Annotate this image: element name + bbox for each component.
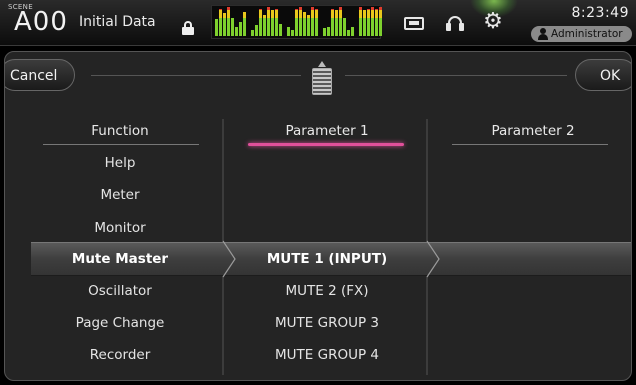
cancel-button[interactable]: Cancel: [5, 59, 75, 91]
function-header-underline: [43, 144, 199, 145]
function-item-oscillator[interactable]: Oscillator: [41, 281, 199, 301]
meter-column: [263, 15, 266, 36]
level-meters[interactable]: [211, 5, 382, 39]
meter-column: [343, 18, 346, 36]
meter-column: [327, 27, 330, 36]
meter-column: [379, 7, 382, 36]
meter-column: [367, 9, 370, 36]
meter-column: [299, 7, 302, 36]
parameter2-header-underline: [452, 144, 608, 145]
function-item-recorder[interactable]: Recorder: [41, 345, 199, 365]
meter-column: [303, 12, 306, 36]
meter-column: [323, 28, 326, 36]
meter-column: [287, 27, 290, 36]
gear-icon[interactable]: ⚙: [482, 10, 504, 34]
fader-icon: [310, 61, 334, 95]
recorder-icon[interactable]: [404, 13, 424, 33]
user-defined-key-dialog: Cancel OK Function Parameter 1 Parameter…: [4, 51, 632, 381]
scene-number[interactable]: A00: [14, 9, 68, 35]
meter-column: [307, 15, 310, 36]
meter-column: [291, 30, 294, 36]
function-item-meter[interactable]: Meter: [41, 185, 199, 205]
meter-column: [279, 24, 282, 36]
meter-column: [315, 9, 318, 36]
parameter1-item-mute-2-fx[interactable]: MUTE 2 (FX): [245, 281, 409, 301]
meter-column: [227, 7, 230, 36]
meter-column: [271, 10, 274, 36]
top-status-bar: SCENE A00 Initial Data ⚙ 8:23:49 Adminis…: [0, 0, 636, 46]
meter-column: [243, 12, 246, 36]
meter-column: [359, 7, 362, 36]
parameter1-column-header: Parameter 1: [285, 123, 369, 139]
headphones-icon[interactable]: [445, 13, 465, 33]
function-item-help[interactable]: Help: [41, 153, 199, 173]
clock: 8:23:49: [571, 5, 629, 21]
meter-column: [219, 9, 222, 36]
function-item-page-change[interactable]: Page Change: [41, 313, 199, 333]
meter-column: [339, 7, 342, 36]
meter-column: [363, 10, 366, 36]
meter-column: [375, 9, 378, 36]
user-badge[interactable]: Administrator: [531, 26, 632, 42]
parameter1-active-underline: [248, 143, 404, 146]
meter-column: [347, 30, 350, 36]
meter-column: [275, 9, 278, 36]
function-item-mute-master[interactable]: Mute Master: [41, 249, 199, 269]
meter-column: [259, 9, 262, 36]
user-name: Administrator: [551, 28, 623, 40]
meter-column: [235, 27, 238, 36]
parameter1-item-mute-group-4[interactable]: MUTE GROUP 4: [245, 345, 409, 365]
meter-column: [331, 9, 334, 36]
divider: [91, 75, 301, 76]
meter-column: [231, 18, 234, 36]
function-item-monitor[interactable]: Monitor: [41, 218, 199, 238]
lock-icon: [182, 21, 194, 35]
meter-column: [239, 22, 242, 36]
meter-column: [215, 19, 218, 36]
parameter2-column-header: Parameter 2: [491, 123, 575, 139]
parameter1-item-mute-group-3[interactable]: MUTE GROUP 3: [245, 313, 409, 333]
meter-column: [251, 30, 254, 36]
meter-column: [371, 7, 374, 36]
scene-name[interactable]: Initial Data: [79, 14, 156, 30]
meter-column: [295, 9, 298, 36]
parameter1-item-mute-1-input[interactable]: MUTE 1 (INPUT): [245, 249, 409, 269]
user-icon: [538, 28, 548, 40]
ok-button[interactable]: OK: [575, 59, 631, 91]
meter-column: [335, 10, 338, 36]
function-column-header: Function: [91, 123, 149, 139]
meter-column: [223, 13, 226, 36]
meter-column: [267, 7, 270, 36]
meter-column: [351, 27, 354, 36]
meter-column: [255, 25, 258, 36]
divider: [345, 75, 567, 76]
meter-column: [311, 7, 314, 36]
